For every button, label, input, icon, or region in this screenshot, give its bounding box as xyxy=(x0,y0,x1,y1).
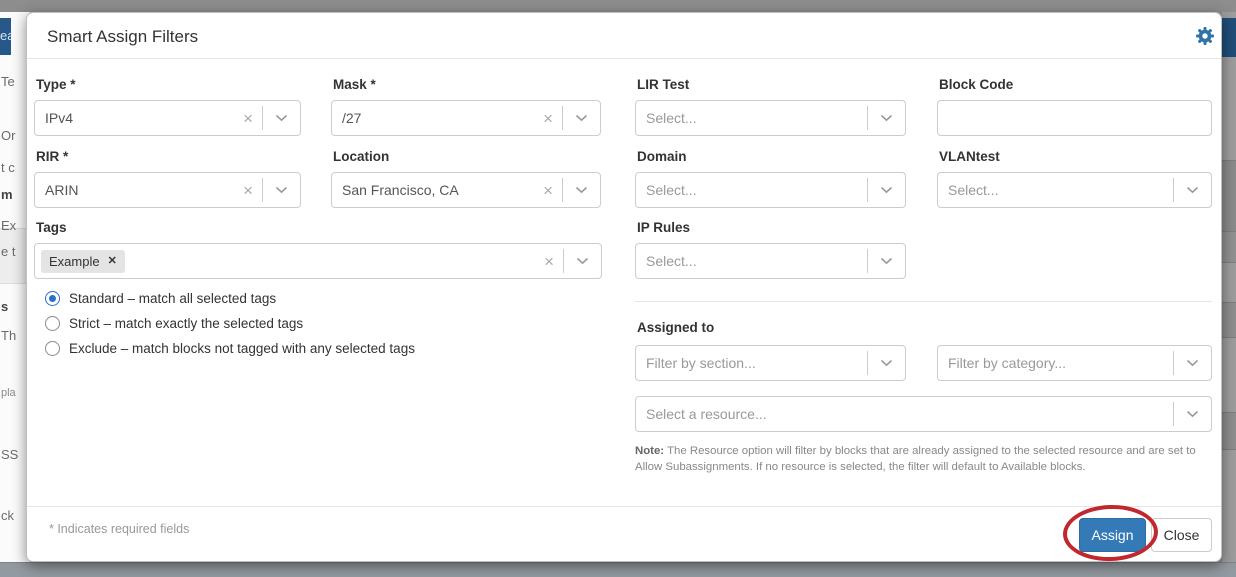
chevron-down-icon[interactable] xyxy=(563,186,600,194)
backdrop-text-fragment: Or xyxy=(1,128,15,143)
backdrop-text-fragment: e t xyxy=(1,244,15,259)
backdrop-text-fragment: s xyxy=(1,299,8,314)
tag-chip: Example ✕ xyxy=(41,250,125,273)
block-code-input[interactable] xyxy=(937,100,1212,136)
tag-remove-icon[interactable]: ✕ xyxy=(108,256,117,267)
domain-placeholder: Select... xyxy=(636,182,867,198)
tag-chip-label: Example xyxy=(49,254,100,269)
chevron-down-icon[interactable] xyxy=(263,114,300,122)
footer-divider xyxy=(27,506,1222,507)
backdrop-text-fragment: Ex xyxy=(1,218,16,233)
domain-select[interactable]: Select... xyxy=(635,172,906,208)
radio-button-icon[interactable] xyxy=(45,341,60,356)
ip-rules-label: IP Rules xyxy=(637,220,690,235)
tags-label: Tags xyxy=(36,220,67,235)
vlantest-select[interactable]: Select... xyxy=(937,172,1212,208)
filter-by-category-select[interactable]: Filter by category... xyxy=(937,345,1212,381)
category-placeholder: Filter by category... xyxy=(938,355,1173,371)
type-combobox[interactable]: IPv4 × xyxy=(34,100,301,136)
rir-label: RIR * xyxy=(36,149,68,164)
backdrop-navbar-sliver xyxy=(1222,18,1236,57)
backdrop-text-fragment: t c xyxy=(1,160,15,175)
chevron-down-icon[interactable] xyxy=(263,186,300,194)
mask-value: /27 xyxy=(332,110,534,126)
chevron-down-icon[interactable] xyxy=(868,359,905,367)
backdrop-bottom-strip xyxy=(0,562,1236,577)
rir-combobox[interactable]: ARIN × xyxy=(34,172,301,208)
resource-placeholder: Select a resource... xyxy=(636,406,1173,422)
chevron-down-icon[interactable] xyxy=(868,257,905,265)
backdrop-text-fragment: Th xyxy=(1,328,16,343)
chevron-down-icon[interactable] xyxy=(1174,186,1211,194)
chevron-down-icon[interactable] xyxy=(564,257,601,265)
type-label: Type * xyxy=(36,77,76,92)
clear-icon[interactable]: × xyxy=(234,182,262,199)
vlantest-label: VLANtest xyxy=(939,149,1000,164)
smart-assign-filters-dialog: Smart Assign Filters Type * Mask * LIR T… xyxy=(26,12,1222,562)
chevron-down-icon[interactable] xyxy=(1174,359,1211,367)
gear-icon[interactable] xyxy=(1195,26,1215,46)
assign-button[interactable]: Assign xyxy=(1079,518,1146,552)
location-label: Location xyxy=(333,149,389,164)
filter-by-section-select[interactable]: Filter by section... xyxy=(635,345,906,381)
radio-strict[interactable]: Strict – match exactly the selected tags xyxy=(45,316,303,331)
backdrop-text-fragment: Te xyxy=(1,74,15,89)
radio-exclude-label: Exclude – match blocks not tagged with a… xyxy=(69,341,415,356)
block-code-label: Block Code xyxy=(939,77,1013,92)
ip-rules-placeholder: Select... xyxy=(636,253,867,269)
domain-label: Domain xyxy=(637,149,687,164)
clear-icon[interactable]: × xyxy=(234,110,262,127)
mask-combobox[interactable]: /27 × xyxy=(331,100,601,136)
close-button[interactable]: Close xyxy=(1151,518,1212,552)
chevron-down-icon[interactable] xyxy=(1174,410,1211,418)
lir-test-placeholder: Select... xyxy=(636,110,867,126)
backdrop-text-fragment: pla xyxy=(1,387,16,399)
radio-standard[interactable]: Standard – match all selected tags xyxy=(45,291,276,306)
clear-icon[interactable]: × xyxy=(534,182,562,199)
backdrop-nav-tab: ea xyxy=(0,18,11,55)
radio-button-icon[interactable] xyxy=(45,291,60,306)
mask-label: Mask * xyxy=(333,77,376,92)
resource-note: Note: The Resource option will filter by… xyxy=(635,444,1219,476)
radio-button-icon[interactable] xyxy=(45,316,60,331)
note-text: The Resource option will filter by block… xyxy=(635,445,1196,473)
chevron-down-icon[interactable] xyxy=(563,114,600,122)
ip-rules-select[interactable]: Select... xyxy=(635,243,906,279)
vlantest-placeholder: Select... xyxy=(938,182,1173,198)
section-placeholder: Filter by section... xyxy=(636,355,867,371)
chevron-down-icon[interactable] xyxy=(868,114,905,122)
backdrop-right-page xyxy=(1222,12,1236,562)
header-divider xyxy=(27,58,1222,59)
dialog-title: Smart Assign Filters xyxy=(47,27,198,47)
radio-standard-label: Standard – match all selected tags xyxy=(69,291,276,306)
assigned-to-label: Assigned to xyxy=(637,320,714,335)
rir-value: ARIN xyxy=(35,182,234,198)
backdrop-text-fragment: m xyxy=(1,187,13,202)
assigned-to-divider xyxy=(635,301,1212,302)
radio-exclude[interactable]: Exclude – match blocks not tagged with a… xyxy=(45,341,415,356)
type-value: IPv4 xyxy=(35,110,234,126)
backdrop-text-fragment: SS xyxy=(1,447,18,462)
location-value: San Francisco, CA xyxy=(332,182,534,198)
clear-icon[interactable]: × xyxy=(534,110,562,127)
backdrop-text-fragment: ck xyxy=(1,508,14,523)
required-fields-note: * Indicates required fields xyxy=(49,522,189,536)
select-resource-select[interactable]: Select a resource... xyxy=(635,396,1212,432)
lir-test-label: LIR Test xyxy=(637,77,689,92)
note-prefix: Note: xyxy=(635,445,664,457)
chevron-down-icon[interactable] xyxy=(868,186,905,194)
clear-icon[interactable]: × xyxy=(535,253,563,270)
tags-multiselect[interactable]: Example ✕ × xyxy=(34,243,602,279)
lir-test-select[interactable]: Select... xyxy=(635,100,906,136)
location-combobox[interactable]: San Francisco, CA × xyxy=(331,172,601,208)
radio-strict-label: Strict – match exactly the selected tags xyxy=(69,316,303,331)
